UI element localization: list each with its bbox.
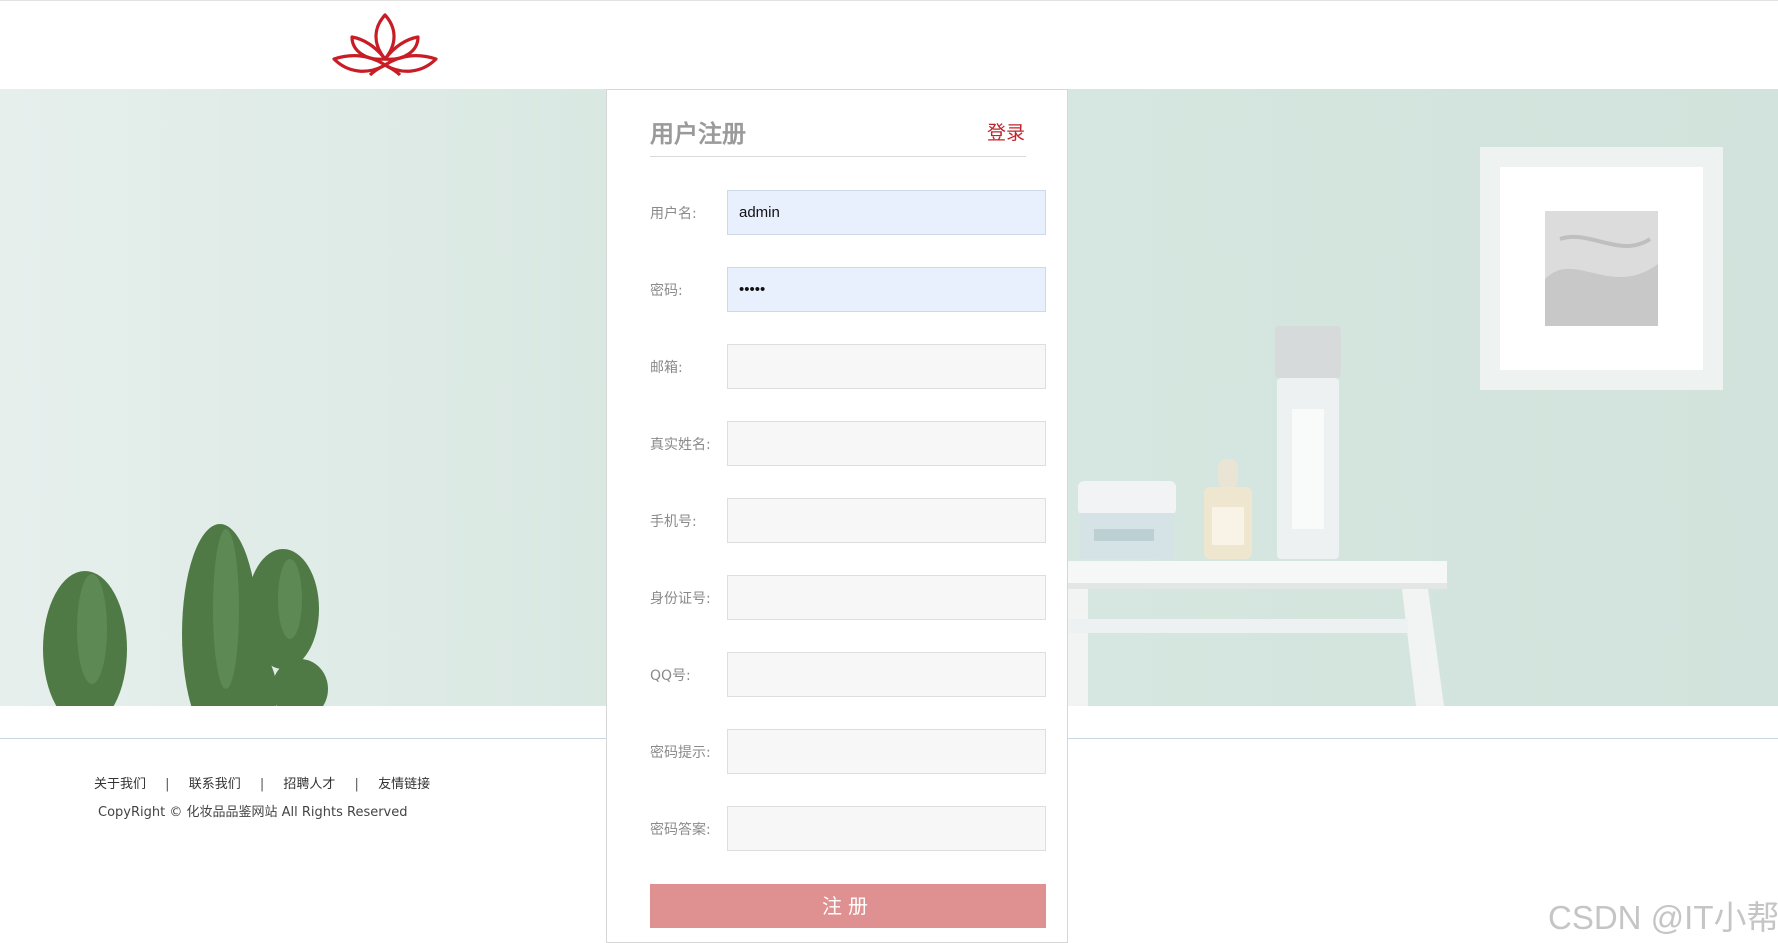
- username-input[interactable]: admin: [727, 190, 1046, 235]
- form-row-username: 用户名: admin: [650, 190, 1046, 235]
- form-row-qq: QQ号:: [650, 652, 1046, 697]
- qq-label: QQ号:: [650, 668, 691, 684]
- footer-link-contact[interactable]: 联系我们: [189, 773, 241, 792]
- picture-frame-illustration: [1480, 147, 1723, 390]
- form-row-email: 邮箱:: [650, 344, 1046, 389]
- email-label: 邮箱:: [650, 360, 683, 376]
- watermark-text: CSDN @IT小帮: [1548, 899, 1778, 936]
- password-hint-label: 密码提示:: [650, 745, 711, 761]
- register-button[interactable]: 注册: [650, 884, 1046, 928]
- form-row-phone: 手机号:: [650, 498, 1046, 543]
- site-header: [0, 1, 1778, 89]
- copyright-text: CopyRight © 化妆品品鉴网站 All Rights Reserved: [98, 805, 408, 820]
- idcard-input[interactable]: [727, 575, 1046, 620]
- email-input[interactable]: [727, 344, 1046, 389]
- phone-label: 手机号:: [650, 514, 697, 530]
- serum-bottle-illustration: [1204, 459, 1252, 559]
- footer-link-friends[interactable]: 友情链接: [378, 773, 430, 792]
- title-divider: [650, 156, 1026, 157]
- qq-input[interactable]: [727, 652, 1046, 697]
- footer-separator: |: [354, 777, 359, 792]
- form-row-realname: 真实姓名:: [650, 421, 1046, 466]
- form-row-password-answer: 密码答案:: [650, 806, 1046, 851]
- realname-label: 真实姓名:: [650, 437, 711, 453]
- password-answer-input[interactable]: [727, 806, 1046, 851]
- idcard-label: 身份证号:: [650, 591, 711, 607]
- cream-jar-illustration: [1078, 481, 1176, 559]
- register-panel: 用户注册 登录 用户名: admin 密码: ••••• 邮箱: 真实姓名: 手…: [606, 89, 1068, 943]
- login-link[interactable]: 登录: [987, 118, 1025, 145]
- password-label: 密码:: [650, 283, 683, 299]
- username-label: 用户名:: [650, 206, 697, 222]
- lotus-logo-icon[interactable]: [330, 9, 440, 85]
- footer-links: 关于我们 | 联系我们 | 招聘人才 | 友情链接: [94, 773, 430, 792]
- phone-input[interactable]: [727, 498, 1046, 543]
- realname-input[interactable]: [727, 421, 1046, 466]
- toner-bottle-illustration: [1275, 326, 1341, 559]
- form-row-password: 密码: •••••: [650, 267, 1046, 312]
- form-row-password-hint: 密码提示:: [650, 729, 1046, 774]
- footer-separator: |: [165, 777, 170, 792]
- password-answer-label: 密码答案:: [650, 822, 711, 838]
- shelf-illustration: [1068, 561, 1447, 706]
- password-input[interactable]: •••••: [727, 267, 1046, 312]
- password-hint-input[interactable]: [727, 729, 1046, 774]
- footer-link-jobs[interactable]: 招聘人才: [283, 773, 335, 792]
- form-row-idcard: 身份证号:: [650, 575, 1046, 620]
- footer-link-about[interactable]: 关于我们: [94, 773, 146, 792]
- footer-separator: |: [259, 777, 265, 792]
- page-title: 用户注册: [650, 120, 746, 148]
